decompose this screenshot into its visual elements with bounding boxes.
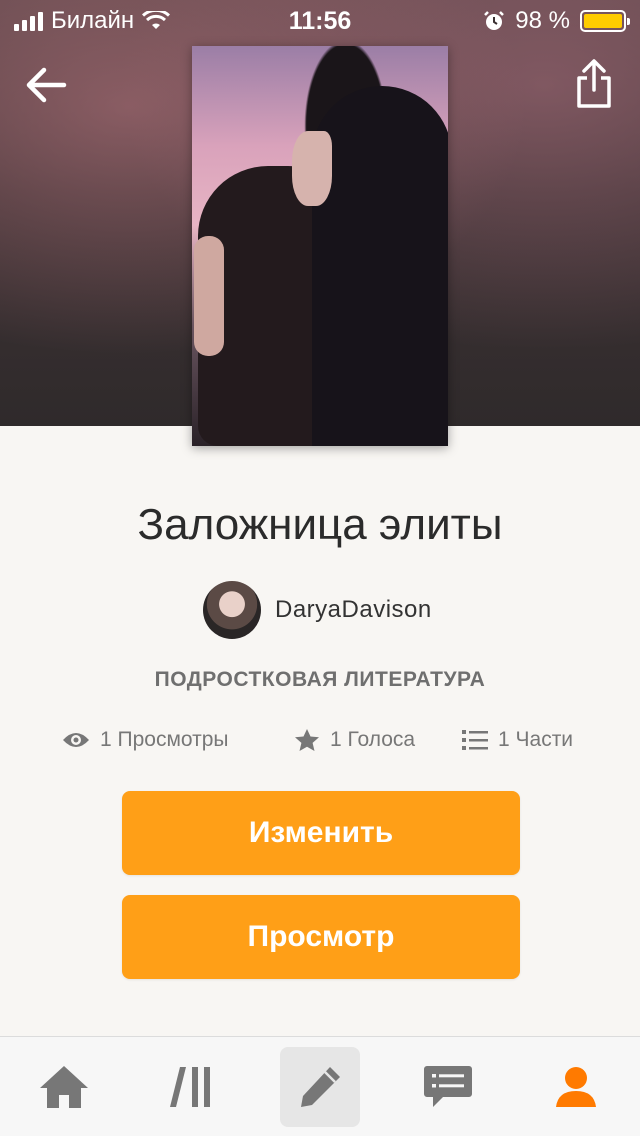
tab-home[interactable] — [24, 1047, 104, 1127]
tab-write[interactable] — [280, 1047, 360, 1127]
alarm-icon — [484, 11, 505, 30]
library-icon — [170, 1067, 210, 1107]
author-name[interactable]: DaryaDavison — [275, 596, 432, 624]
bottom-tab-bar — [0, 1036, 640, 1136]
story-title: Заложница элиты — [137, 500, 503, 549]
back-arrow-icon[interactable] — [20, 58, 74, 112]
battery-icon — [580, 10, 630, 32]
tab-library[interactable] — [152, 1047, 232, 1127]
home-icon — [40, 1066, 88, 1108]
battery-percent: 98 % — [515, 7, 570, 34]
share-icon[interactable] — [574, 58, 614, 110]
eye-icon — [63, 733, 89, 747]
profile-icon — [556, 1067, 596, 1107]
author-avatar[interactable] — [203, 581, 261, 639]
views-label: 1 Просмотры — [100, 728, 229, 751]
edit-button[interactable]: Изменить — [122, 791, 520, 875]
list-icon — [462, 730, 488, 750]
star-icon — [295, 729, 319, 751]
stat-votes: 1 Голоса — [294, 728, 415, 752]
story-category[interactable]: ПОДРОСТКОВАЯ ЛИТЕРАТУРА — [0, 668, 640, 692]
messages-icon — [424, 1066, 472, 1107]
parts-label: 1 Части — [498, 728, 574, 751]
stat-views: 1 Просмотры — [62, 728, 229, 752]
tab-profile[interactable] — [536, 1047, 616, 1127]
status-bar: Билайн 11:56 98 % — [0, 0, 640, 40]
story-stats: 1 Просмотры 1 Голоса 1 Части — [62, 728, 602, 758]
tab-messages[interactable] — [408, 1047, 488, 1127]
view-button[interactable]: Просмотр — [122, 895, 520, 979]
votes-label: 1 Голоса — [330, 728, 416, 751]
write-icon — [301, 1067, 340, 1107]
author-link[interactable]: DaryaDavison — [203, 581, 432, 639]
stat-parts: 1 Части — [462, 728, 573, 752]
story-cover-image[interactable] — [192, 46, 448, 446]
